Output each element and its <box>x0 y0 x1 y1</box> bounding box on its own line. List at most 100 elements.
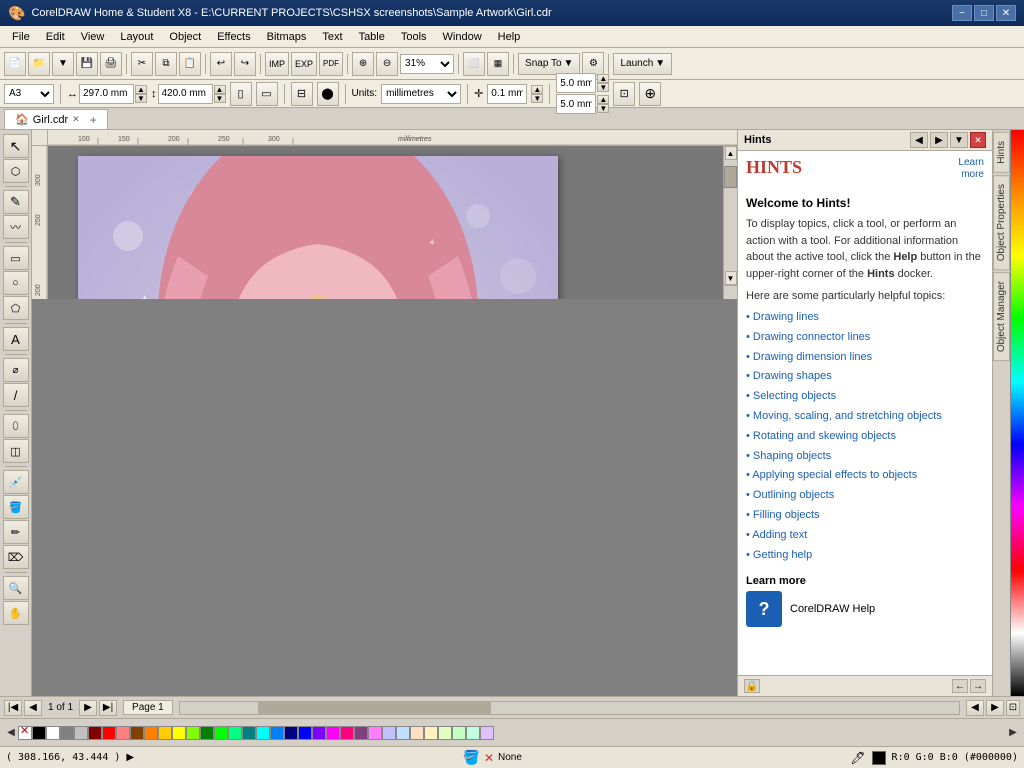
scroll-thumb-v[interactable] <box>724 166 737 188</box>
hints-link-adding-text[interactable]: • Adding text <box>746 526 984 546</box>
smartdraw-button[interactable]: 〰 <box>3 215 29 239</box>
color-periwinkle[interactable] <box>382 726 396 740</box>
menu-effects[interactable]: Effects <box>209 29 258 45</box>
zoom-out-button[interactable]: ⊖ <box>376 52 398 76</box>
color-red[interactable] <box>102 726 116 740</box>
zoom-in-button[interactable]: ⊕ <box>352 52 374 76</box>
fill-tool-button[interactable]: 🪣 <box>3 495 29 519</box>
color-rose[interactable] <box>340 726 354 740</box>
hints-link-drawing-lines[interactable]: • Drawing lines <box>746 308 984 328</box>
hints-link-dimension-lines[interactable]: • Drawing dimension lines <box>746 348 984 368</box>
close-button[interactable]: ✕ <box>996 5 1016 21</box>
options-button[interactable]: ⚙ <box>582 52 604 76</box>
hints-forward-button[interactable]: → <box>970 679 986 693</box>
offset1-down[interactable]: ▼ <box>597 83 609 92</box>
paste-button[interactable]: 📋 <box>179 52 201 76</box>
hints-link-selecting-objects[interactable]: • Selecting objects <box>746 387 984 407</box>
color-cyan[interactable] <box>256 726 270 740</box>
snap-to-button[interactable]: Snap To ▼ <box>518 53 580 75</box>
page-next-button[interactable]: ▶ <box>79 700 97 716</box>
page-options-btn[interactable]: ⊟ <box>291 82 313 106</box>
zoom-tool-button[interactable]: 🔍 <box>3 576 29 600</box>
color-yellow-green[interactable] <box>186 726 200 740</box>
export-button[interactable]: EXP <box>291 52 317 76</box>
offset2-input[interactable] <box>556 94 596 114</box>
cut-button[interactable]: ✂ <box>131 52 153 76</box>
offset2-up[interactable]: ▲ <box>597 95 609 104</box>
menu-object[interactable]: Object <box>161 29 209 45</box>
units-select[interactable]: millimetres inches pixels <box>381 84 461 104</box>
hints-link-filling[interactable]: • Filling objects <box>746 506 984 526</box>
scroll-up-button[interactable]: ▲ <box>725 146 737 160</box>
hints-link-drawing-shapes[interactable]: • Drawing shapes <box>746 367 984 387</box>
print-button[interactable]: 🖨 <box>100 52 122 76</box>
scroll-right-button[interactable]: ▶ <box>986 700 1004 716</box>
import-button[interactable]: IMP <box>265 52 289 76</box>
color-light-lime[interactable] <box>438 726 452 740</box>
color-orange[interactable] <box>144 726 158 740</box>
hints-link-outlining[interactable]: • Outlining objects <box>746 486 984 506</box>
rectangle-tool-button[interactable]: ▭ <box>3 246 29 270</box>
menu-tools[interactable]: Tools <box>393 29 435 45</box>
offset1-up[interactable]: ▲ <box>597 74 609 83</box>
dimension-tool-button[interactable]: ⌀ <box>3 358 29 382</box>
view-btn1[interactable]: ⬜ <box>463 52 485 76</box>
color-silver[interactable] <box>74 726 88 740</box>
hints-help-button[interactable]: ? <box>746 591 782 627</box>
copy-button[interactable]: ⧉ <box>155 52 177 76</box>
object-properties-tab[interactable]: Object Properties <box>993 175 1010 270</box>
color-purple[interactable] <box>354 726 368 740</box>
color-violet[interactable] <box>312 726 326 740</box>
color-white[interactable] <box>46 726 60 740</box>
pan-tool-button[interactable]: ✋ <box>3 601 29 625</box>
freehand-tool-button[interactable]: ✎ <box>3 190 29 214</box>
transparency-button[interactable]: ◫ <box>3 439 29 463</box>
polygon-tool-button[interactable]: ⬠ <box>3 296 29 320</box>
color-yellow[interactable] <box>172 726 186 740</box>
hints-lock-button[interactable]: 🔒 <box>744 679 760 693</box>
launch-button[interactable]: Launch ▼ <box>613 53 672 75</box>
color-mint[interactable] <box>228 726 242 740</box>
connector-button[interactable]: / <box>3 383 29 407</box>
hints-menu-button[interactable]: ▼ <box>950 132 968 148</box>
hints-link-moving-scaling[interactable]: • Moving, scaling, and stretching object… <box>746 407 984 427</box>
view-btn2[interactable]: ▦ <box>487 52 509 76</box>
landscape-button[interactable]: ▭ <box>256 82 278 106</box>
hints-close-button[interactable]: ✕ <box>970 132 986 148</box>
color-light-mint[interactable] <box>466 726 480 740</box>
height-input[interactable] <box>158 84 213 104</box>
color-teal[interactable] <box>242 726 256 740</box>
hints-learn-more-top[interactable]: Learn more <box>958 157 984 181</box>
portrait-button[interactable]: ▯ <box>230 82 252 106</box>
select-tool-button[interactable]: ↖ <box>3 134 29 158</box>
color-lightblue2[interactable] <box>396 726 410 740</box>
eyedropper-button[interactable]: 💉 <box>3 470 29 494</box>
color-lightred[interactable] <box>116 726 130 740</box>
hints-link-getting-help[interactable]: • Getting help <box>746 546 984 566</box>
outline-tool-button[interactable]: ✏ <box>3 520 29 544</box>
scroll-left-button[interactable]: ◀ <box>966 700 984 716</box>
color-pink[interactable] <box>368 726 382 740</box>
hints-link-special-effects[interactable]: • Applying special effects to objects <box>746 466 984 486</box>
page-first-button[interactable]: |◀ <box>4 700 22 716</box>
menu-table[interactable]: Table <box>351 29 393 45</box>
menu-view[interactable]: View <box>73 29 113 45</box>
tab-close-icon[interactable]: ✕ <box>72 114 80 125</box>
page-prev-button[interactable]: ◀ <box>24 700 42 716</box>
offset2-down[interactable]: ▼ <box>597 104 609 113</box>
hints-prev-button[interactable]: ◀ <box>910 132 928 148</box>
bleed-btn[interactable]: ⬤ <box>317 82 339 106</box>
open-dropdown[interactable]: ▼ <box>52 52 74 76</box>
blend-tool-button[interactable]: ⬯ <box>3 414 29 438</box>
save-button[interactable]: 💾 <box>76 52 98 76</box>
menu-edit[interactable]: Edit <box>38 29 73 45</box>
hints-tab[interactable]: Hints <box>993 132 1010 173</box>
nudge-down[interactable]: ▼ <box>531 94 543 103</box>
scroll-down-button[interactable]: ▼ <box>725 271 737 285</box>
document-tab[interactable]: 🏠 Girl.cdr ✕ + <box>4 109 108 129</box>
object-manager-tab[interactable]: Object Manager <box>993 272 1010 361</box>
publish-pdf-button[interactable]: PDF <box>319 52 343 76</box>
add-page-button[interactable]: ⊕ <box>639 82 661 106</box>
menu-window[interactable]: Window <box>435 29 490 45</box>
width-down-button[interactable]: ▼ <box>135 94 147 103</box>
